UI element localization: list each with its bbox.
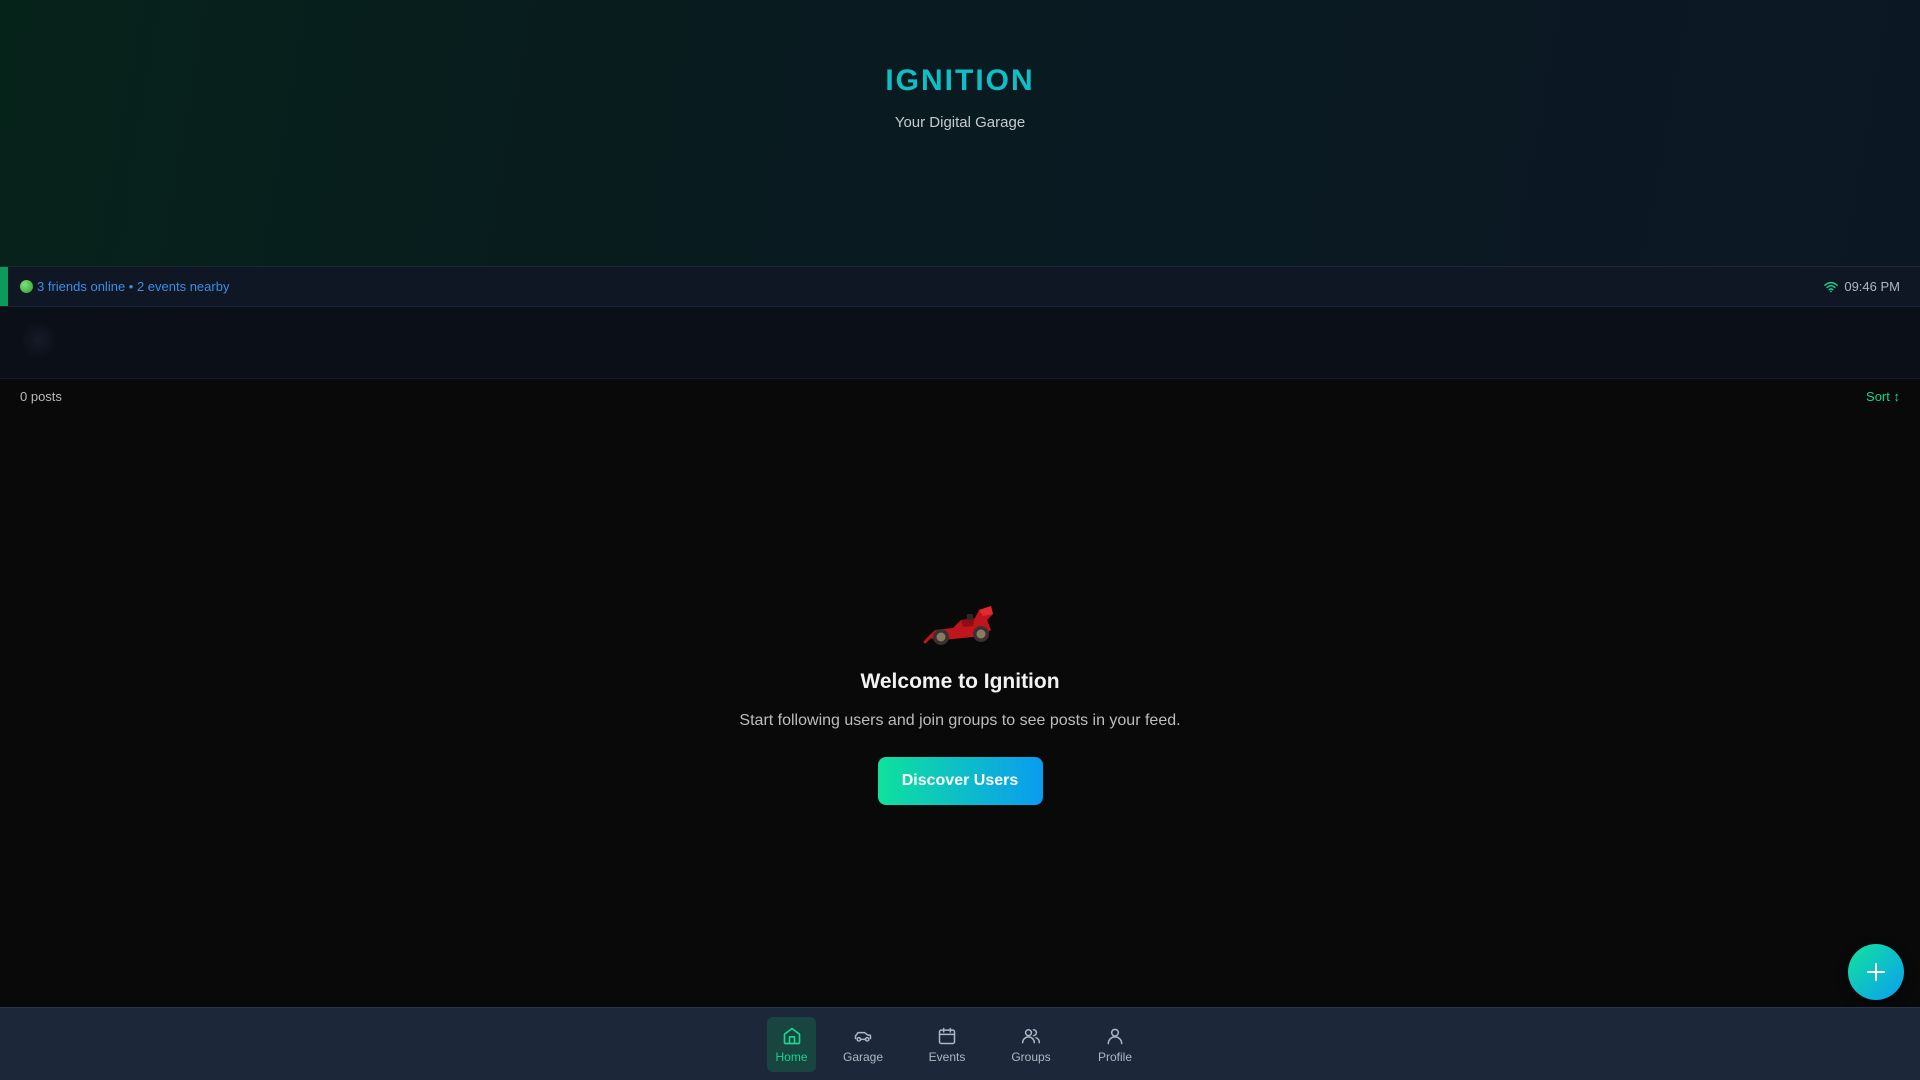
empty-state-title: Welcome to Ignition — [860, 670, 1060, 693]
car-icon — [854, 1031, 872, 1042]
plus-icon — [1867, 963, 1885, 981]
home-icon — [783, 1027, 800, 1044]
nav-item-garage[interactable]: Garage — [838, 1017, 888, 1072]
empty-feed-state: Welcome to Ignition Start following user… — [0, 600, 1920, 805]
nav-item-events[interactable]: Events — [922, 1017, 972, 1072]
nav-item-profile[interactable]: Profile — [1090, 1017, 1140, 1072]
sort-button[interactable]: Sort ↕ — [1866, 389, 1900, 404]
wifi-icon — [1824, 281, 1839, 292]
discover-users-button[interactable]: Discover Users — [877, 757, 1043, 805]
clock-time: 09:46 PM — [1844, 279, 1900, 294]
status-accent-bar — [0, 267, 8, 306]
app-header: IGNITION Your Digital Garage — [0, 0, 1920, 266]
nav-item-groups[interactable]: Groups — [1006, 1017, 1056, 1072]
nav-item-home[interactable]: Home — [767, 1017, 816, 1072]
users-icon — [1021, 1028, 1041, 1043]
bottom-navigation: Home Garage Events Groups Profile — [0, 1007, 1920, 1080]
online-dot-icon — [20, 280, 33, 293]
user-icon — [1107, 1028, 1123, 1044]
story-placeholder — [22, 323, 56, 357]
app-title: IGNITION — [885, 64, 1035, 97]
status-message[interactable]: 3 friends online • 2 events nearby — [20, 279, 229, 294]
status-right: 09:46 PM — [1824, 279, 1900, 294]
empty-state-description: Start following users and join groups to… — [739, 712, 1181, 729]
status-bar: 3 friends online • 2 events nearby 09:46… — [0, 266, 1920, 307]
stories-bar — [0, 307, 1920, 379]
nav-label-profile: Profile — [1097, 1049, 1132, 1064]
nav-label-groups: Groups — [1011, 1049, 1051, 1064]
status-message-text: 3 friends online • 2 events nearby — [37, 279, 230, 294]
app-subtitle: Your Digital Garage — [894, 114, 1026, 131]
nav-label-garage: Garage — [842, 1049, 884, 1064]
post-count: 0 posts — [20, 389, 62, 404]
nav-label-home: Home — [775, 1049, 808, 1064]
nav-label-events: Events — [928, 1049, 966, 1064]
feed-header: 0 posts Sort ↕ — [0, 379, 1920, 411]
calendar-icon — [938, 1027, 956, 1044]
create-post-button[interactable] — [1848, 944, 1904, 1000]
racing-car-icon — [923, 606, 993, 645]
